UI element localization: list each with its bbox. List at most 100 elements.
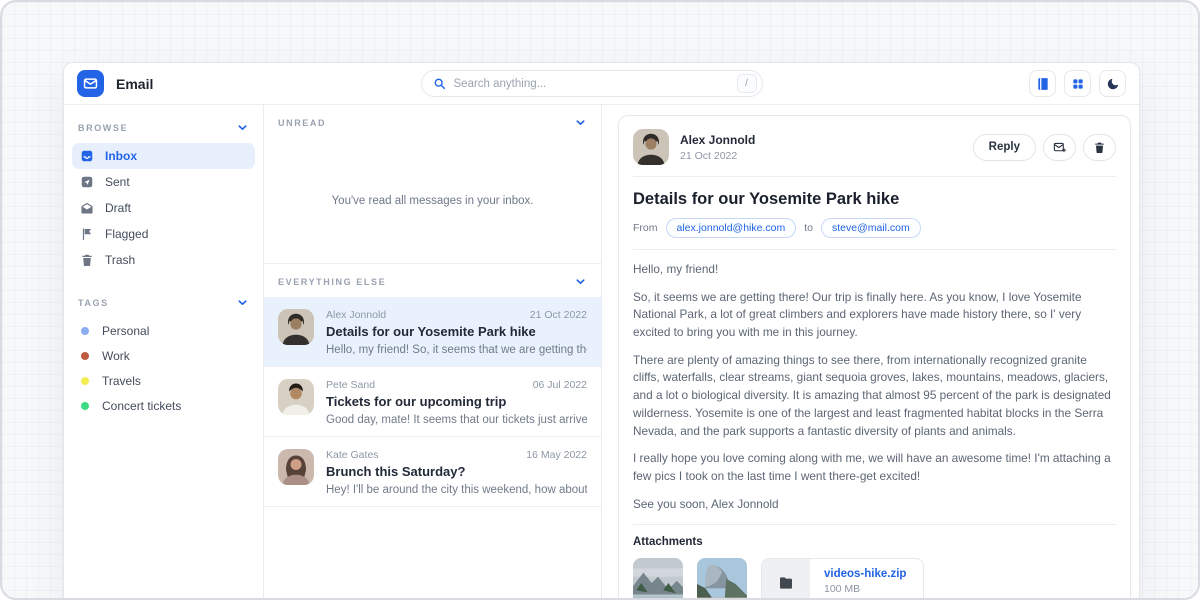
sidebar-item-inbox[interactable]: Inbox: [72, 143, 255, 169]
everything-else-label: Everything else: [278, 277, 386, 287]
grid-icon: [1071, 77, 1085, 91]
tag-color-dot: [81, 352, 89, 360]
tag-item-work[interactable]: Work: [64, 343, 263, 368]
top-bar: Email /: [64, 63, 1139, 105]
app-title: Email: [116, 76, 153, 92]
mail-date: 06 Jul 2022: [533, 379, 587, 391]
tag-label: Personal: [102, 324, 149, 338]
main-layout: Browse Inbox Sent Draft Flagged: [64, 105, 1139, 598]
search-input[interactable]: [454, 78, 729, 90]
avatar: [278, 379, 314, 415]
from-label: From: [633, 222, 658, 234]
mail-subject: Details for our Yosemite Park hike: [326, 324, 587, 339]
reader-header: Alex Jonnold 21 Oct 2022 Reply: [633, 129, 1116, 165]
tag-item-personal[interactable]: Personal: [64, 318, 263, 343]
sent-icon: [80, 175, 94, 189]
unread-section-label: Unread: [278, 118, 326, 128]
draft-icon: [80, 201, 94, 215]
tags-section-header: Tags: [64, 285, 263, 318]
dark-mode-toggle[interactable]: [1099, 70, 1126, 97]
reader-date: 21 Oct 2022: [680, 150, 755, 162]
sidebar-item-draft[interactable]: Draft: [72, 195, 255, 221]
mail-sender: Kate Gates: [326, 449, 379, 461]
email-paragraph: Hello, my friend!: [633, 261, 1116, 279]
sidebar-item-trash[interactable]: Trash: [72, 247, 255, 273]
tag-color-dot: [81, 377, 89, 385]
search-bar[interactable]: /: [421, 70, 763, 97]
email-paragraph: See you soon, Alex Jonnold: [633, 496, 1116, 514]
list-item-email-alex[interactable]: Alex Jonnold 21 Oct 2022 Details for our…: [264, 297, 601, 367]
trash-icon: [1093, 141, 1106, 154]
tag-item-concert-tickets[interactable]: Concert tickets: [64, 393, 263, 418]
sidebar-item-label: Flagged: [105, 227, 148, 241]
forward-mail-button[interactable]: [1043, 134, 1076, 161]
everything-else-header: Everything else: [264, 264, 601, 297]
file-size: 100 MB: [824, 583, 906, 595]
mail-sender: Pete Sand: [326, 379, 375, 391]
from-email-pill[interactable]: alex.jonnold@hike.com: [666, 218, 797, 238]
mail-preview: Kate Gates 16 May 2022 Brunch this Satur…: [326, 449, 587, 496]
chevron-down-icon[interactable]: [574, 275, 587, 288]
sidebar-item-label: Trash: [105, 253, 135, 267]
tag-item-travels[interactable]: Travels: [64, 368, 263, 393]
everything-else-section: Everything else Alex Jonnold 21 Oct 2022: [264, 263, 601, 507]
reader-panel: Alex Jonnold 21 Oct 2022 Reply: [602, 105, 1139, 598]
avatar: [278, 449, 314, 485]
browse-section-header: Browse: [64, 110, 263, 143]
file-icon-box: [762, 559, 810, 600]
attachments-row: videos-hike.zip 100 MB: [633, 558, 1116, 600]
file-name-link[interactable]: videos-hike.zip: [824, 568, 906, 580]
email-body: Hello, my friend! So, it seems we are ge…: [633, 261, 1116, 513]
avatar: [278, 309, 314, 345]
reply-button[interactable]: Reply: [973, 134, 1036, 161]
topbar-actions: [1029, 70, 1126, 97]
to-email-pill[interactable]: steve@mail.com: [821, 218, 921, 238]
chevron-down-icon[interactable]: [236, 296, 249, 309]
browse-section-label: Browse: [78, 123, 128, 133]
email-paragraph: I really hope you love coming along with…: [633, 450, 1116, 485]
reader-sender-block: Alex Jonnold 21 Oct 2022: [680, 133, 755, 162]
tag-color-dot: [81, 327, 89, 335]
search-icon: [433, 77, 446, 90]
mail-preview: Alex Jonnold 21 Oct 2022 Details for our…: [326, 309, 587, 356]
mail-sender: Alex Jonnold: [326, 309, 386, 321]
tag-color-dot: [81, 402, 89, 410]
sidebar-item-sent[interactable]: Sent: [72, 169, 255, 195]
sidebar-item-flagged[interactable]: Flagged: [72, 221, 255, 247]
unread-empty-message: You've read all messages in your inbox.: [264, 138, 601, 263]
divider: [633, 249, 1116, 250]
app-brand: Email: [77, 70, 153, 97]
chevron-down-icon[interactable]: [236, 121, 249, 134]
message-list-column: Unread You've read all messages in your …: [264, 105, 602, 598]
from-to-row: From alex.jonnold@hike.com to steve@mail…: [633, 218, 1116, 238]
tag-label: Travels: [102, 374, 141, 388]
list-item-email-pete[interactable]: Pete Sand 06 Jul 2022 Tickets for our up…: [264, 367, 601, 437]
tag-label: Concert tickets: [102, 399, 181, 413]
search-shortcut-key: /: [737, 74, 757, 93]
sidebar-item-label: Inbox: [105, 149, 137, 163]
chevron-down-icon[interactable]: [574, 116, 587, 129]
email-detail-card: Alex Jonnold 21 Oct 2022 Reply: [618, 115, 1131, 600]
delete-mail-button[interactable]: [1083, 134, 1116, 161]
mail-date: 21 Oct 2022: [530, 309, 587, 321]
mail-subject: Brunch this Saturday?: [326, 464, 587, 479]
reader-actions: Reply: [973, 134, 1116, 161]
unread-section-header: Unread: [264, 105, 601, 138]
avatar: [633, 129, 669, 165]
email-subject: Details for our Yosemite Park hike: [633, 190, 1116, 209]
attachments-label: Attachments: [633, 536, 1116, 548]
photo-attachment-half-dome[interactable]: [697, 558, 747, 600]
reader-sender-name: Alex Jonnold: [680, 133, 755, 147]
mail-date: 16 May 2022: [526, 449, 587, 461]
file-info: videos-hike.zip 100 MB: [810, 559, 923, 600]
apps-grid-button[interactable]: [1064, 70, 1091, 97]
contacts-book-button[interactable]: [1029, 70, 1056, 97]
book-icon: [1036, 77, 1050, 91]
tags-section-label: Tags: [78, 298, 109, 308]
flag-icon: [80, 227, 94, 241]
list-item-email-kate[interactable]: Kate Gates 16 May 2022 Brunch this Satur…: [264, 437, 601, 507]
email-paragraph: So, it seems we are getting there! Our t…: [633, 289, 1116, 342]
photo-attachment-valley[interactable]: [633, 558, 683, 600]
sidebar-item-label: Sent: [105, 175, 130, 189]
file-attachment-card[interactable]: videos-hike.zip 100 MB: [761, 558, 924, 600]
